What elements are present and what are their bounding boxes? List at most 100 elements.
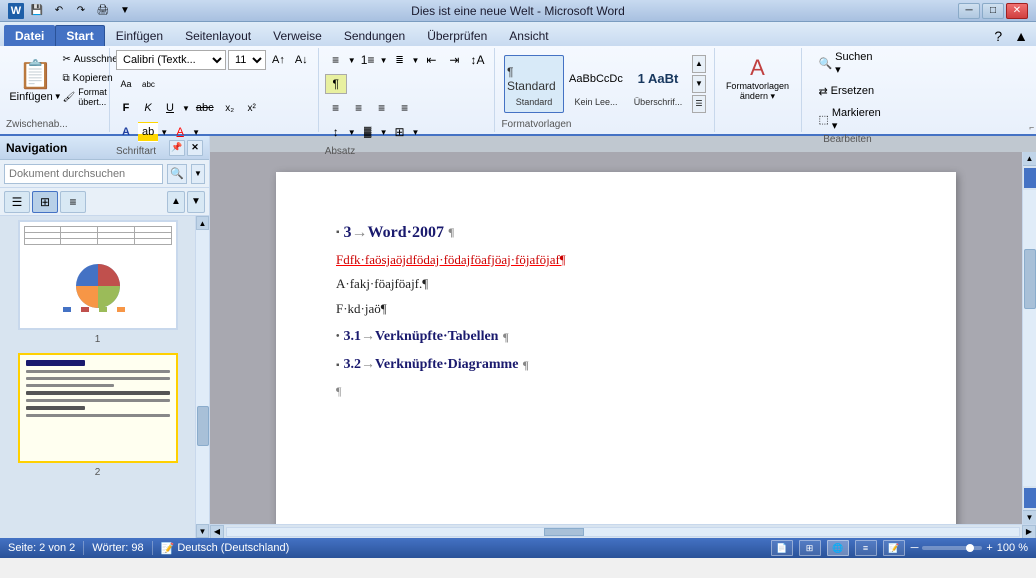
align-left-button[interactable]: ≡ bbox=[325, 98, 347, 118]
styles-more[interactable]: ☰ bbox=[692, 95, 706, 113]
maximize-button[interactable]: □ bbox=[982, 3, 1004, 19]
subscript-button[interactable]: x₂ bbox=[220, 98, 240, 118]
line-spacing-arrow[interactable]: ▼ bbox=[348, 128, 356, 137]
view-fullscreen-button[interactable]: ⊞ bbox=[799, 540, 821, 556]
copy-button[interactable]: ⧉ Kopieren bbox=[60, 69, 96, 87]
qat-print[interactable]: 🖨 bbox=[94, 3, 112, 19]
search-button[interactable]: 🔍 Suchen ▾ bbox=[813, 50, 881, 76]
italic-button[interactable]: K bbox=[138, 98, 158, 118]
right-sb-down[interactable]: ▼ bbox=[1023, 510, 1036, 524]
bsb-thumb[interactable] bbox=[544, 528, 584, 536]
font-grow-button[interactable]: A↑ bbox=[268, 50, 289, 70]
superscript-button[interactable]: x² bbox=[242, 98, 262, 118]
highlight-button[interactable]: ab bbox=[138, 122, 158, 142]
replace-button[interactable]: ⇄ Ersetzen bbox=[813, 78, 881, 104]
nav-thumb-1[interactable]: 1 bbox=[4, 220, 191, 345]
font-shrink-button[interactable]: A↓ bbox=[291, 50, 312, 70]
change-styles-button[interactable]: A Formatvorlagen ändern ▾ bbox=[717, 52, 797, 104]
styles-expand-icon[interactable]: ⌐ bbox=[1029, 123, 1034, 132]
nav-search-input[interactable] bbox=[4, 164, 163, 184]
nav-results-view[interactable]: ≡ bbox=[60, 191, 86, 213]
tab-sendungen[interactable]: Sendungen bbox=[333, 25, 416, 46]
zoom-minus[interactable]: ─ bbox=[911, 542, 919, 554]
font-abc-button[interactable]: abc bbox=[138, 74, 159, 94]
language-status[interactable]: 📝 Deutsch (Deutschland) bbox=[161, 542, 290, 555]
view-print-button[interactable]: 📄 bbox=[771, 540, 793, 556]
multilevel-button[interactable]: ≣ bbox=[389, 50, 411, 70]
sort-button[interactable]: ↕A bbox=[466, 50, 488, 70]
nav-headings-view[interactable]: ☰ bbox=[4, 191, 30, 213]
bullets-arrow[interactable]: ▼ bbox=[348, 56, 356, 65]
nav-sb-thumb[interactable] bbox=[197, 406, 209, 446]
ribbon-help[interactable]: ? bbox=[990, 28, 1006, 44]
style-ueberschrift[interactable]: 1 AaBt Überschrif... bbox=[628, 55, 688, 113]
nav-search-arrow[interactable]: ▼ bbox=[191, 164, 205, 184]
select-button[interactable]: ⬚ Markieren ▾ bbox=[813, 106, 881, 132]
nav-pages-view[interactable]: ⊞ bbox=[32, 191, 58, 213]
right-sb-page-up[interactable] bbox=[1024, 168, 1036, 188]
highlight-arrow[interactable]: ▼ bbox=[160, 128, 168, 137]
view-web-button[interactable]: 🌐 bbox=[827, 540, 849, 556]
bsb-right[interactable]: ▶ bbox=[1022, 525, 1036, 539]
font-size-select[interactable]: 11 bbox=[228, 50, 266, 70]
font-color-arrow[interactable]: ▼ bbox=[192, 128, 200, 137]
show-formatting-button[interactable]: ¶ bbox=[325, 74, 347, 94]
bsb-left[interactable]: ◀ bbox=[210, 525, 224, 539]
nav-next-button[interactable]: ▼ bbox=[187, 191, 205, 213]
tab-seitenlayout[interactable]: Seitenlayout bbox=[174, 25, 262, 46]
tab-ansicht[interactable]: Ansicht bbox=[498, 25, 559, 46]
decrease-indent-button[interactable]: ⇤ bbox=[420, 50, 442, 70]
bold-button[interactable]: F bbox=[116, 98, 136, 118]
nav-sb-down[interactable]: ▼ bbox=[196, 524, 209, 538]
increase-indent-button[interactable]: ⇥ bbox=[443, 50, 465, 70]
underline-arrow[interactable]: ▼ bbox=[182, 104, 190, 113]
shading-arrow[interactable]: ▼ bbox=[380, 128, 388, 137]
tab-verweise[interactable]: Verweise bbox=[262, 25, 333, 46]
numbering-arrow[interactable]: ▼ bbox=[380, 56, 388, 65]
nav-search-button[interactable]: 🔍 bbox=[167, 164, 187, 184]
qat-redo[interactable]: ↷ bbox=[72, 3, 90, 19]
borders-button[interactable]: ⊞ bbox=[389, 122, 411, 142]
borders-arrow[interactable]: ▼ bbox=[412, 128, 420, 137]
align-right-button[interactable]: ≡ bbox=[371, 98, 393, 118]
view-outline-button[interactable]: ≡ bbox=[855, 540, 877, 556]
font-case-button[interactable]: Aa bbox=[116, 74, 136, 94]
tab-einfuegen[interactable]: Einfügen bbox=[105, 25, 174, 46]
right-sb-up[interactable]: ▲ bbox=[1023, 152, 1036, 166]
styles-scroll-up[interactable]: ▲ bbox=[692, 55, 706, 73]
text-effects-button[interactable]: A bbox=[116, 122, 136, 142]
right-sb-page-down[interactable] bbox=[1024, 488, 1036, 508]
shading-button[interactable]: ▓ bbox=[357, 122, 379, 142]
line-spacing-button[interactable]: ↕ bbox=[325, 122, 347, 142]
format-painter-button[interactable]: 🖌 Format übert... bbox=[60, 88, 96, 106]
close-button[interactable]: ✕ bbox=[1006, 3, 1028, 19]
view-draft-button[interactable]: 📝 bbox=[883, 540, 905, 556]
tab-start[interactable]: Start bbox=[55, 25, 104, 46]
tab-ueberpruefen[interactable]: Überprüfen bbox=[416, 25, 498, 46]
underline-button[interactable]: U bbox=[160, 98, 180, 118]
doc-page[interactable]: ▪ 3→Word·2007 ¶ Fdfk·faösjaöjdfödaj·föda… bbox=[276, 172, 956, 524]
minimize-button[interactable]: ─ bbox=[958, 3, 980, 19]
numbering-button[interactable]: 1≡ bbox=[357, 50, 379, 70]
right-sb-thumb[interactable] bbox=[1024, 249, 1036, 309]
styles-scroll-down[interactable]: ▼ bbox=[692, 75, 706, 93]
style-keinlee[interactable]: AaBbCcDc Kein Lee... bbox=[566, 55, 626, 113]
nav-sb-up[interactable]: ▲ bbox=[196, 216, 209, 230]
cut-button[interactable]: ✂ Ausschneiden bbox=[60, 50, 96, 68]
tab-datei[interactable]: Datei bbox=[4, 25, 55, 46]
qat-save[interactable]: 💾 bbox=[28, 3, 46, 19]
qat-undo[interactable]: ↶ bbox=[50, 3, 68, 19]
align-center-button[interactable]: ≡ bbox=[348, 98, 370, 118]
bullets-button[interactable]: ≡ bbox=[325, 50, 347, 70]
zoom-track[interactable] bbox=[922, 546, 982, 550]
doc-content[interactable]: ▪ 3→Word·2007 ¶ Fdfk·faösjaöjdfödaj·föda… bbox=[210, 152, 1022, 524]
multilevel-arrow[interactable]: ▼ bbox=[412, 56, 420, 65]
strikethrough-button[interactable]: abc bbox=[192, 98, 218, 118]
qat-more[interactable]: ▼ bbox=[116, 3, 134, 19]
zoom-plus[interactable]: + bbox=[986, 542, 992, 554]
font-color-button[interactable]: A bbox=[170, 122, 190, 142]
paste-button[interactable]: 📋 Einfügen ▼ bbox=[14, 50, 58, 110]
font-name-select[interactable]: Calibri (Textk... bbox=[116, 50, 226, 70]
nav-thumb-2[interactable]: 2 bbox=[4, 353, 191, 478]
justify-button[interactable]: ≡ bbox=[394, 98, 416, 118]
